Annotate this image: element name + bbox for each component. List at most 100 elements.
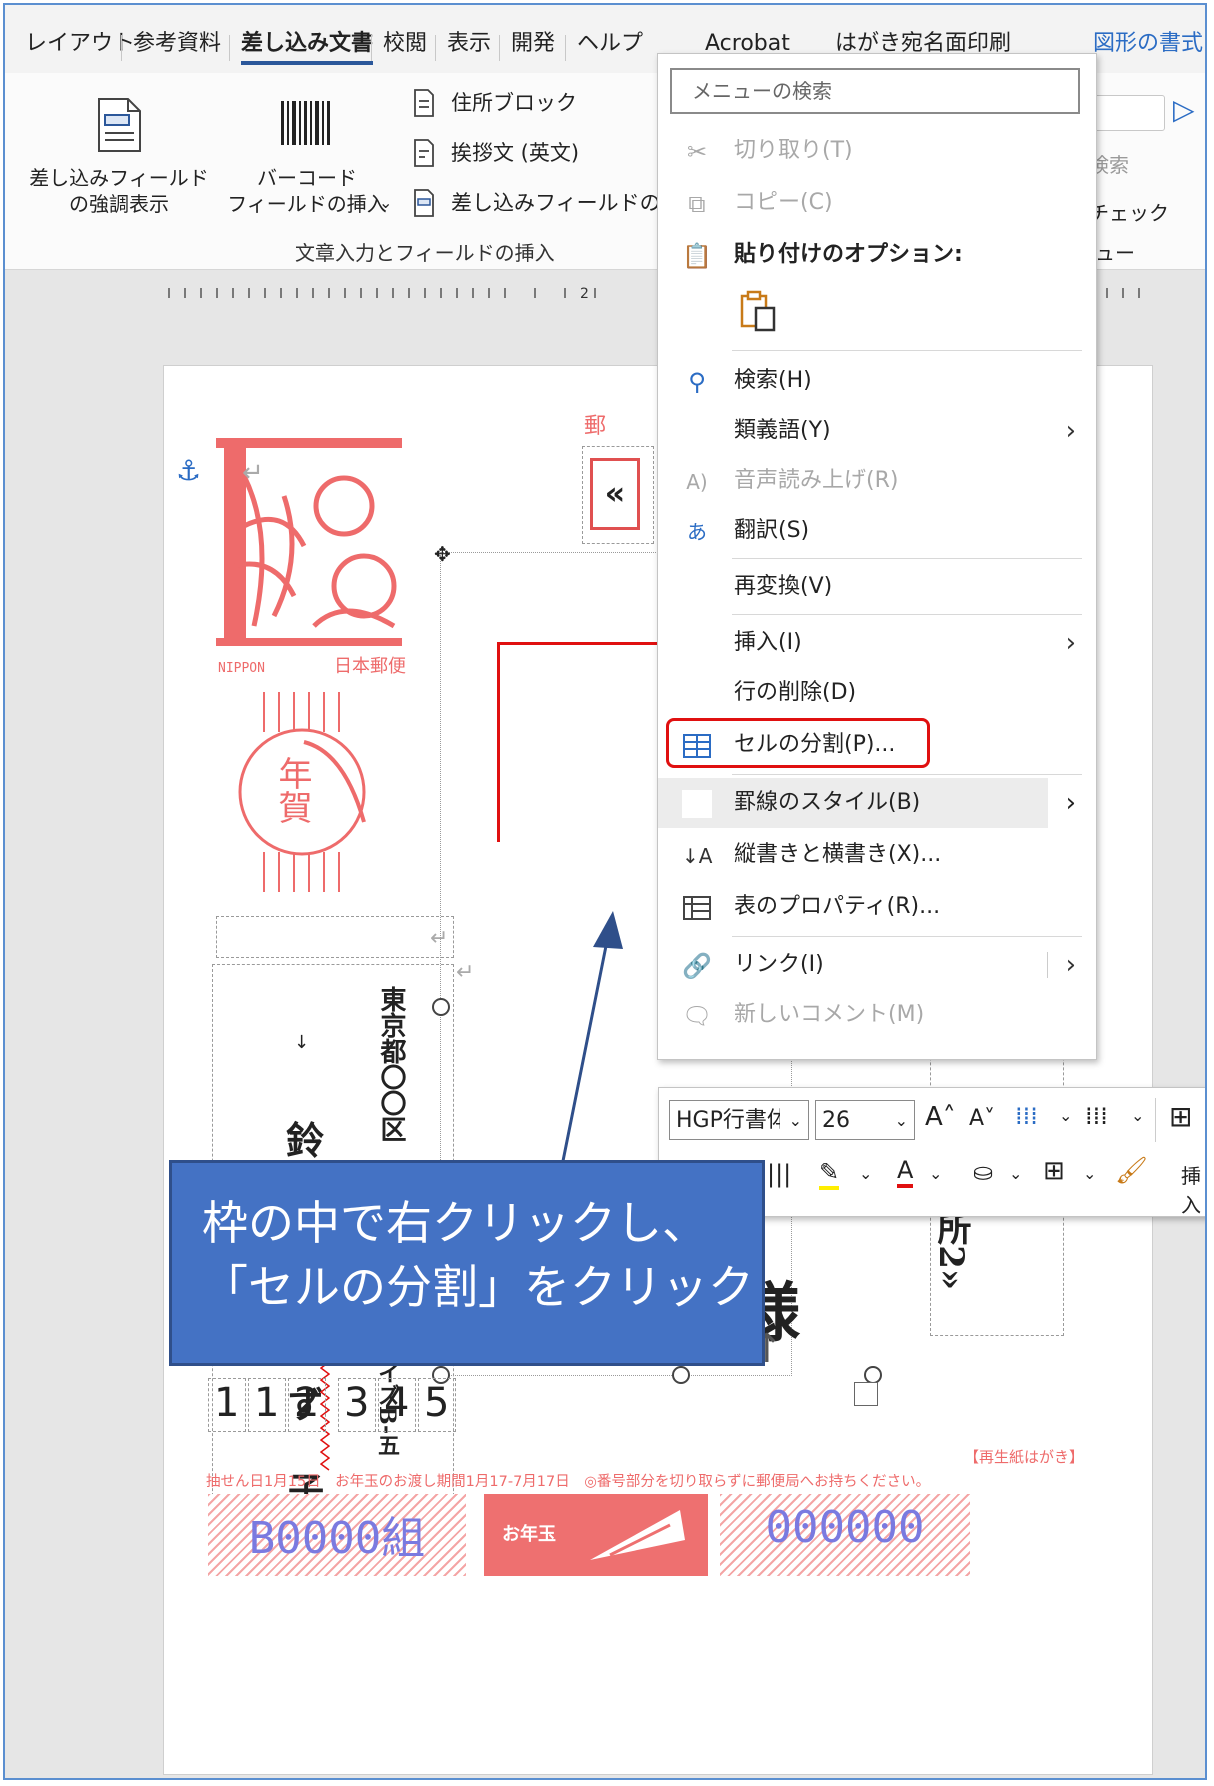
insert-merge-field-label: 差し込みフィールドの挿入 xyxy=(451,191,657,215)
shrink-font-icon[interactable]: A˅ xyxy=(969,1106,995,1131)
postal-label: 郵 xyxy=(584,414,607,439)
table-properties-icon xyxy=(683,896,711,920)
resize-handle[interactable] xyxy=(432,998,450,1016)
menu-item-table-properties[interactable]: 表のプロパティ(R)... xyxy=(658,882,1096,932)
chevron-right-icon: › xyxy=(1065,950,1076,980)
postal-digit: 3 xyxy=(344,1380,370,1426)
menu-item-paste-options: 📋 貼り付けのオプション: xyxy=(682,242,963,270)
barcode-icon xyxy=(281,101,330,145)
address-block-label: 住所ブロック xyxy=(451,91,577,115)
merge-field-marker: « xyxy=(590,458,640,530)
resize-handle[interactable] xyxy=(672,1366,690,1384)
recycled-paper-note: 【再生紙はがき】 xyxy=(964,1448,1085,1466)
menu-search-input[interactable]: メニューの検索 xyxy=(670,68,1080,114)
menu-item-search[interactable]: ⚲ 検索(H) xyxy=(658,356,1096,406)
align-icon[interactable]: ||| xyxy=(767,1160,791,1188)
menu-separator xyxy=(732,558,1082,559)
font-size-select[interactable]: 26 ⌄ xyxy=(815,1100,915,1140)
greeting-line-label: 挨拶文 (英文) xyxy=(451,141,580,165)
lottery-number-panel: 000000 xyxy=(720,1494,970,1576)
submenu-divider xyxy=(1047,952,1048,978)
menu-item-insert[interactable]: 挿入(I) › xyxy=(658,618,1096,668)
menu-item-synonyms[interactable]: 類義語(Y) › xyxy=(658,406,1096,456)
right-preview-label[interactable]: ュー xyxy=(1095,237,1135,266)
tab-layout[interactable]: レイアウト xyxy=(25,27,135,61)
tab-shape-format[interactable]: 図形の書式 xyxy=(1093,27,1203,61)
menu-item-text-direction[interactable]: ↓A 縦書きと横書き(X)... xyxy=(658,830,1096,880)
chevron-down-icon: ⌄ xyxy=(1131,1106,1145,1125)
lottery-group-panel: B0000組 xyxy=(208,1494,466,1576)
menu-item-copy[interactable]: ⧉ コピー(C) xyxy=(658,178,1096,228)
menu-item-reconvert[interactable]: 再変換(V) xyxy=(658,562,1096,612)
tab-help[interactable]: ヘルプ xyxy=(577,27,643,61)
menu-item-delete-row[interactable]: 行の削除(D) xyxy=(658,668,1096,718)
highlight-merge-fields-button[interactable]: 差し込みフィールド の強調表示 xyxy=(19,83,219,216)
insert-merge-field-button[interactable]: 差し込みフィールドの挿入 xyxy=(413,185,657,221)
address-block-icon xyxy=(414,89,434,117)
font-color-icon[interactable]: A xyxy=(897,1156,914,1188)
tab-divider xyxy=(435,35,436,61)
copy-icon: ⧉ xyxy=(688,190,706,218)
menu-item-link[interactable]: 🔗 リンク(I) › xyxy=(658,940,1096,990)
menu-separator xyxy=(732,614,1082,615)
word-window: レイアウト 参考資料 差し込み文書 校閲 表示 開発 ヘルプ Acrobat は… xyxy=(3,3,1207,1780)
menu-item-translate[interactable]: あ 翻訳(S) xyxy=(658,506,1096,556)
scissors-icon: ✂ xyxy=(686,138,708,166)
menu-separator xyxy=(732,774,1082,775)
menu-item-new-comment[interactable]: 🗨 新しいコメント(M) xyxy=(658,990,1096,1040)
insert-barcode-field-button[interactable]: バーコード フィールドの挿入 ⌄ xyxy=(217,83,397,216)
highlight-frame-top xyxy=(497,642,657,645)
line-spacing-icon[interactable]: ⁞⁞⁞ xyxy=(1085,1102,1108,1130)
rotate-handle[interactable] xyxy=(854,1382,878,1406)
postal-digit: 4 xyxy=(384,1380,410,1426)
menu-item-border-styles[interactable]: 罫線のスタイル(B) xyxy=(658,778,1048,828)
tab-developer[interactable]: 開発 xyxy=(511,27,555,61)
borders-icon[interactable]: ⊞ xyxy=(1043,1156,1065,1186)
lottery-group-text: B0000組 xyxy=(248,1513,426,1564)
insert-table-icon[interactable]: ⊞ xyxy=(1169,1100,1192,1133)
right-search-box[interactable] xyxy=(1091,95,1165,131)
fan-icon xyxy=(590,1510,685,1560)
columns-icon[interactable]: ⁞⁞⁞ xyxy=(1015,1102,1038,1130)
read-aloud-icon: A) xyxy=(686,470,708,494)
grow-font-icon[interactable]: A˄ xyxy=(925,1102,956,1132)
postmark-text: 年賀 xyxy=(272,756,312,824)
paste-keep-text-icon[interactable] xyxy=(736,290,780,334)
group-label-write-insert: 文章入力とフィールドの挿入 xyxy=(295,241,555,265)
lottery-number-text: 000000 xyxy=(765,1502,925,1553)
tab-divider xyxy=(229,35,230,61)
menu-item-read-aloud[interactable]: A) 音声読み上げ(R) xyxy=(658,456,1096,506)
tab-view[interactable]: 表示 xyxy=(447,27,491,61)
play-icon[interactable]: ▷ xyxy=(1173,93,1195,126)
tab-divider xyxy=(121,35,122,61)
font-name-select[interactable]: HGP行書体 ⌄ xyxy=(669,1100,809,1140)
otoshidama-text: お年玉 xyxy=(502,1524,556,1545)
postal-digit: 5 xyxy=(424,1380,450,1426)
highlight-frame xyxy=(497,642,510,842)
comment-icon: 🗨 xyxy=(682,1002,713,1030)
tab-review[interactable]: 校閲 xyxy=(383,27,427,61)
format-painter-icon[interactable]: 🖌 xyxy=(1115,1156,1148,1186)
tab-mailings[interactable]: 差し込み文書 xyxy=(241,27,374,65)
callout-line-1: 枠の中で右クリックし、 xyxy=(202,1196,708,1250)
down-arrow-icon: ↓ xyxy=(294,1032,310,1053)
insert-label[interactable]: 挿入 xyxy=(1181,1160,1205,1218)
chevron-down-icon: ⌄ xyxy=(1059,1106,1073,1125)
tab-references[interactable]: 参考資料 xyxy=(133,27,221,61)
greeting-line-button[interactable]: 挨拶文 (英文) xyxy=(413,135,653,171)
address-text: 東京都〇〇区 xyxy=(376,986,406,1142)
lottery-footnote: 抽せん日1月15日 お年玉のお渡し期間1月17-7月17日 ◎番号部分を切り取ら… xyxy=(206,1474,931,1490)
highlighter-icon[interactable]: ✎ xyxy=(819,1158,840,1190)
address-block-button[interactable]: 住所ブロック xyxy=(413,85,653,121)
shading-icon[interactable]: ⛀ xyxy=(973,1158,993,1186)
chevron-down-icon: ⌄ xyxy=(929,1164,943,1183)
chevron-down-icon: ⌄ xyxy=(379,193,393,212)
right-check-label[interactable]: チェック xyxy=(1089,197,1169,226)
barcode-label-1: バーコード xyxy=(257,166,357,190)
chevron-right-icon: › xyxy=(1065,416,1076,446)
border-style-icon xyxy=(682,790,712,818)
menu-item-cut[interactable]: ✂ 切り取り(T) xyxy=(658,126,1096,176)
clipboard-icon: 📋 xyxy=(682,242,712,270)
link-icon: 🔗 xyxy=(682,952,712,980)
move-handle-icon[interactable]: ✥ xyxy=(434,542,451,566)
